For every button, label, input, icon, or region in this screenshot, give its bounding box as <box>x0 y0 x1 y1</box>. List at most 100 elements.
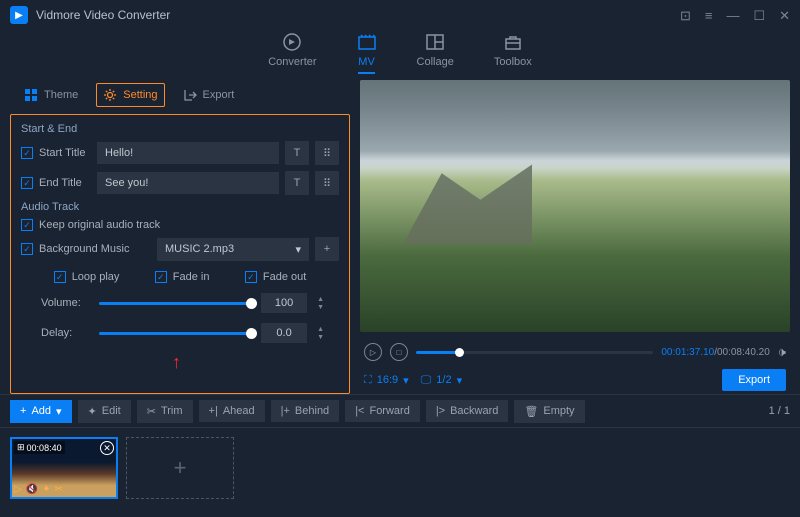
bgm-checkbox[interactable] <box>21 243 33 255</box>
tab-toolbox[interactable]: Toolbox <box>494 30 532 80</box>
clip-mute-icon[interactable]: 🔇 <box>26 484 38 495</box>
scissors-icon: ✂ <box>147 405 156 418</box>
color-grid-icon: ⠿ <box>323 147 331 160</box>
monitor-icon: 🖵 <box>421 374 432 387</box>
theme-icon <box>24 88 38 102</box>
keep-original-label: Keep original audio track <box>39 219 160 231</box>
clip-edit-icon[interactable]: ✦ <box>42 484 50 495</box>
playback-options: Loop play Fade in Fade out <box>21 271 339 283</box>
panel-subtabs: Theme Setting Export <box>10 80 350 110</box>
chevron-down-icon: ▾ <box>403 374 409 387</box>
clip-trim-icon[interactable]: ✂ <box>55 484 63 495</box>
subtab-setting[interactable]: Setting <box>96 83 164 107</box>
tab-collage[interactable]: Collage <box>417 30 454 80</box>
fadein-checkbox[interactable] <box>155 271 167 283</box>
end-title-color-button[interactable]: ⠿ <box>315 171 339 195</box>
feedback-icon[interactable]: ⊡ <box>680 9 691 22</box>
volume-slider[interactable] <box>99 302 251 305</box>
timecode: 00:01:37.10/00:08:40.20 <box>661 347 769 358</box>
aspect-button[interactable]: ⛶16:9▾ <box>364 374 409 387</box>
clip-play-icon[interactable]: ▷ <box>14 484 22 495</box>
time-total: 00:08:40.20 <box>717 347 770 358</box>
time-current: 00:01:37.10 <box>661 347 714 358</box>
delay-up-button[interactable]: ▲ <box>317 326 324 333</box>
clip-remove-button[interactable]: ✕ <box>100 441 114 455</box>
video-preview[interactable] <box>360 80 790 332</box>
delay-slider[interactable] <box>99 332 251 335</box>
volume-row: Volume: 100 ▲▼ <box>21 293 339 313</box>
tab-mv[interactable]: MV <box>357 30 377 80</box>
slider-thumb[interactable] <box>246 328 257 339</box>
subtab-export[interactable]: Export <box>177 84 241 106</box>
bgm-dropdown[interactable]: MUSIC 2.mp3 ▾ <box>157 238 309 261</box>
chevron-down-icon: ▾ <box>56 405 62 418</box>
wand-icon: ✦ <box>88 405 97 418</box>
converter-icon <box>282 32 302 52</box>
forward-button[interactable]: |<Forward <box>345 400 420 422</box>
end-title-checkbox[interactable] <box>21 177 33 189</box>
empty-button[interactable]: 🗑Empty <box>514 400 584 423</box>
volume-up-button[interactable]: ▲ <box>317 296 324 303</box>
settings-highlighted-box: Start & End Start Title T ⠿ End Title T … <box>10 114 350 394</box>
backward-icon: |> <box>436 405 445 417</box>
mv-icon <box>357 32 377 52</box>
backward-button[interactable]: |>Backward <box>426 400 509 422</box>
start-title-font-button[interactable]: T <box>285 141 309 165</box>
minimize-icon[interactable]: — <box>726 9 739 22</box>
section-start-end: Start & End <box>21 123 339 135</box>
start-title-row: Start Title T ⠿ <box>21 141 339 165</box>
gear-icon <box>103 88 117 102</box>
volume-value[interactable]: 100 <box>261 293 307 313</box>
play-icon: ▷ <box>370 348 376 357</box>
seek-thumb[interactable] <box>455 348 464 357</box>
trash-icon: 🗑 <box>524 405 538 418</box>
tab-converter[interactable]: Converter <box>268 30 316 80</box>
start-title-color-button[interactable]: ⠿ <box>315 141 339 165</box>
clip-strip: ⊞00:08:40 ✕ ▷ 🔇 ✦ ✂ + <box>0 428 800 508</box>
zoom-button[interactable]: 🖵1/2▾ <box>421 374 462 387</box>
title-bar: ▶ Vidmore Video Converter ⊡ ≡ — ☐ ✕ <box>0 0 800 30</box>
start-title-checkbox[interactable] <box>21 147 33 159</box>
subtab-theme[interactable]: Theme <box>18 84 84 106</box>
bgm-add-button[interactable]: + <box>315 237 339 261</box>
app-name: Vidmore Video Converter <box>36 8 680 22</box>
color-grid-icon: ⠿ <box>323 177 331 190</box>
delay-down-button[interactable]: ▼ <box>317 334 324 341</box>
trim-button[interactable]: ✂Trim <box>137 400 193 423</box>
start-title-input[interactable] <box>97 142 279 164</box>
stop-button[interactable]: □ <box>390 343 408 361</box>
clip-duration: 00:08:40 <box>27 443 62 453</box>
window-controls: ⊡ ≡ — ☐ ✕ <box>680 9 790 22</box>
play-button[interactable]: ▷ <box>364 343 382 361</box>
aspect-icon: ⛶ <box>364 374 372 387</box>
volume-down-button[interactable]: ▼ <box>317 304 324 311</box>
slider-thumb[interactable] <box>246 298 257 309</box>
delay-row: Delay: 0.0 ▲▼ <box>21 323 339 343</box>
behind-button[interactable]: |+Behind <box>271 400 340 422</box>
loop-checkbox[interactable] <box>54 271 66 283</box>
close-icon[interactable]: ✕ <box>779 9 790 22</box>
fadeout-checkbox[interactable] <box>245 271 257 283</box>
ahead-button[interactable]: +|Ahead <box>199 400 265 422</box>
clip-thumbnail[interactable]: ⊞00:08:40 ✕ ▷ 🔇 ✦ ✂ <box>10 437 118 499</box>
preview-panel: ▷ □ 00:01:37.10/00:08:40.20 🕩 ⛶16:9▾ 🖵1/… <box>356 80 800 394</box>
export-button[interactable]: Export <box>722 369 786 391</box>
delay-value[interactable]: 0.0 <box>261 323 307 343</box>
maximize-icon[interactable]: ☐ <box>753 9 765 22</box>
end-title-input[interactable] <box>97 172 279 194</box>
volume-icon[interactable]: 🕩 <box>778 344 786 360</box>
forward-icon: |< <box>355 405 364 417</box>
chevron-down-icon: ▾ <box>295 243 301 256</box>
main-tabs: Converter MV Collage Toolbox <box>0 30 800 80</box>
chevron-down-icon: ▾ <box>457 374 463 387</box>
menu-icon[interactable]: ≡ <box>705 9 713 22</box>
add-clip-button[interactable]: + <box>126 437 234 499</box>
add-button[interactable]: +Add▾ <box>10 400 72 423</box>
end-title-font-button[interactable]: T <box>285 171 309 195</box>
keep-original-checkbox[interactable] <box>21 219 33 231</box>
end-title-label: End Title <box>39 177 82 189</box>
fadein-label: Fade in <box>173 271 210 283</box>
delay-label: Delay: <box>41 327 89 339</box>
seek-bar[interactable] <box>416 351 653 354</box>
edit-button[interactable]: ✦Edit <box>78 400 131 423</box>
